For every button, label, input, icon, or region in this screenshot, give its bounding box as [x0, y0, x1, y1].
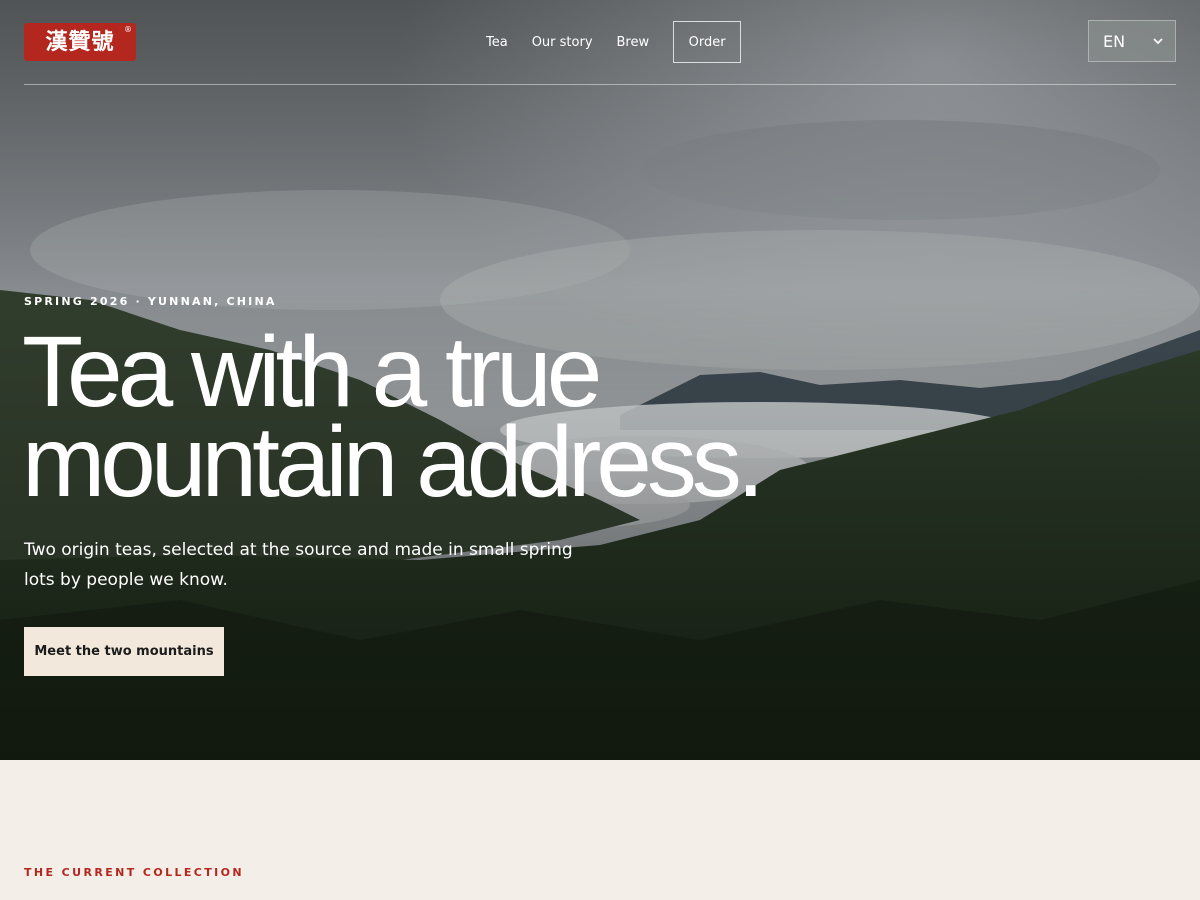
nav-link-tea[interactable]: Tea	[486, 35, 508, 50]
hero-eyebrow: SPRING 2026 · YUNNAN, CHINA	[24, 295, 277, 308]
registered-mark: ®	[124, 25, 132, 34]
main-nav: Tea Our story Brew Order	[486, 21, 742, 63]
nav-link-our-story[interactable]: Our story	[532, 35, 593, 50]
language-selected-value: EN	[1103, 31, 1126, 51]
chevron-down-icon	[1151, 34, 1165, 48]
hero-headline-line-2: mountain address.	[22, 406, 765, 518]
hero-section: 漢贊號 ® Tea Our story Brew Order EN SPRING…	[0, 0, 1200, 760]
nav-link-brew[interactable]: Brew	[617, 35, 650, 50]
meet-mountains-button[interactable]: Meet the two mountains	[24, 627, 224, 676]
hero-headline-line-1: Tea with a true	[22, 316, 602, 428]
hero-subtitle: Two origin teas, selected at the source …	[24, 540, 573, 590]
order-button[interactable]: Order	[673, 21, 742, 63]
language-select[interactable]: EN	[1088, 20, 1176, 62]
collection-section-label: THE CURRENT COLLECTION	[24, 866, 245, 879]
brand-logo[interactable]: 漢贊號 ®	[24, 23, 136, 61]
hero-headline: Tea with a true mountain address.	[22, 316, 922, 518]
site-header: 漢贊號 ® Tea Our story Brew Order EN	[24, 0, 1176, 85]
logo-text: 漢贊號	[45, 29, 115, 55]
